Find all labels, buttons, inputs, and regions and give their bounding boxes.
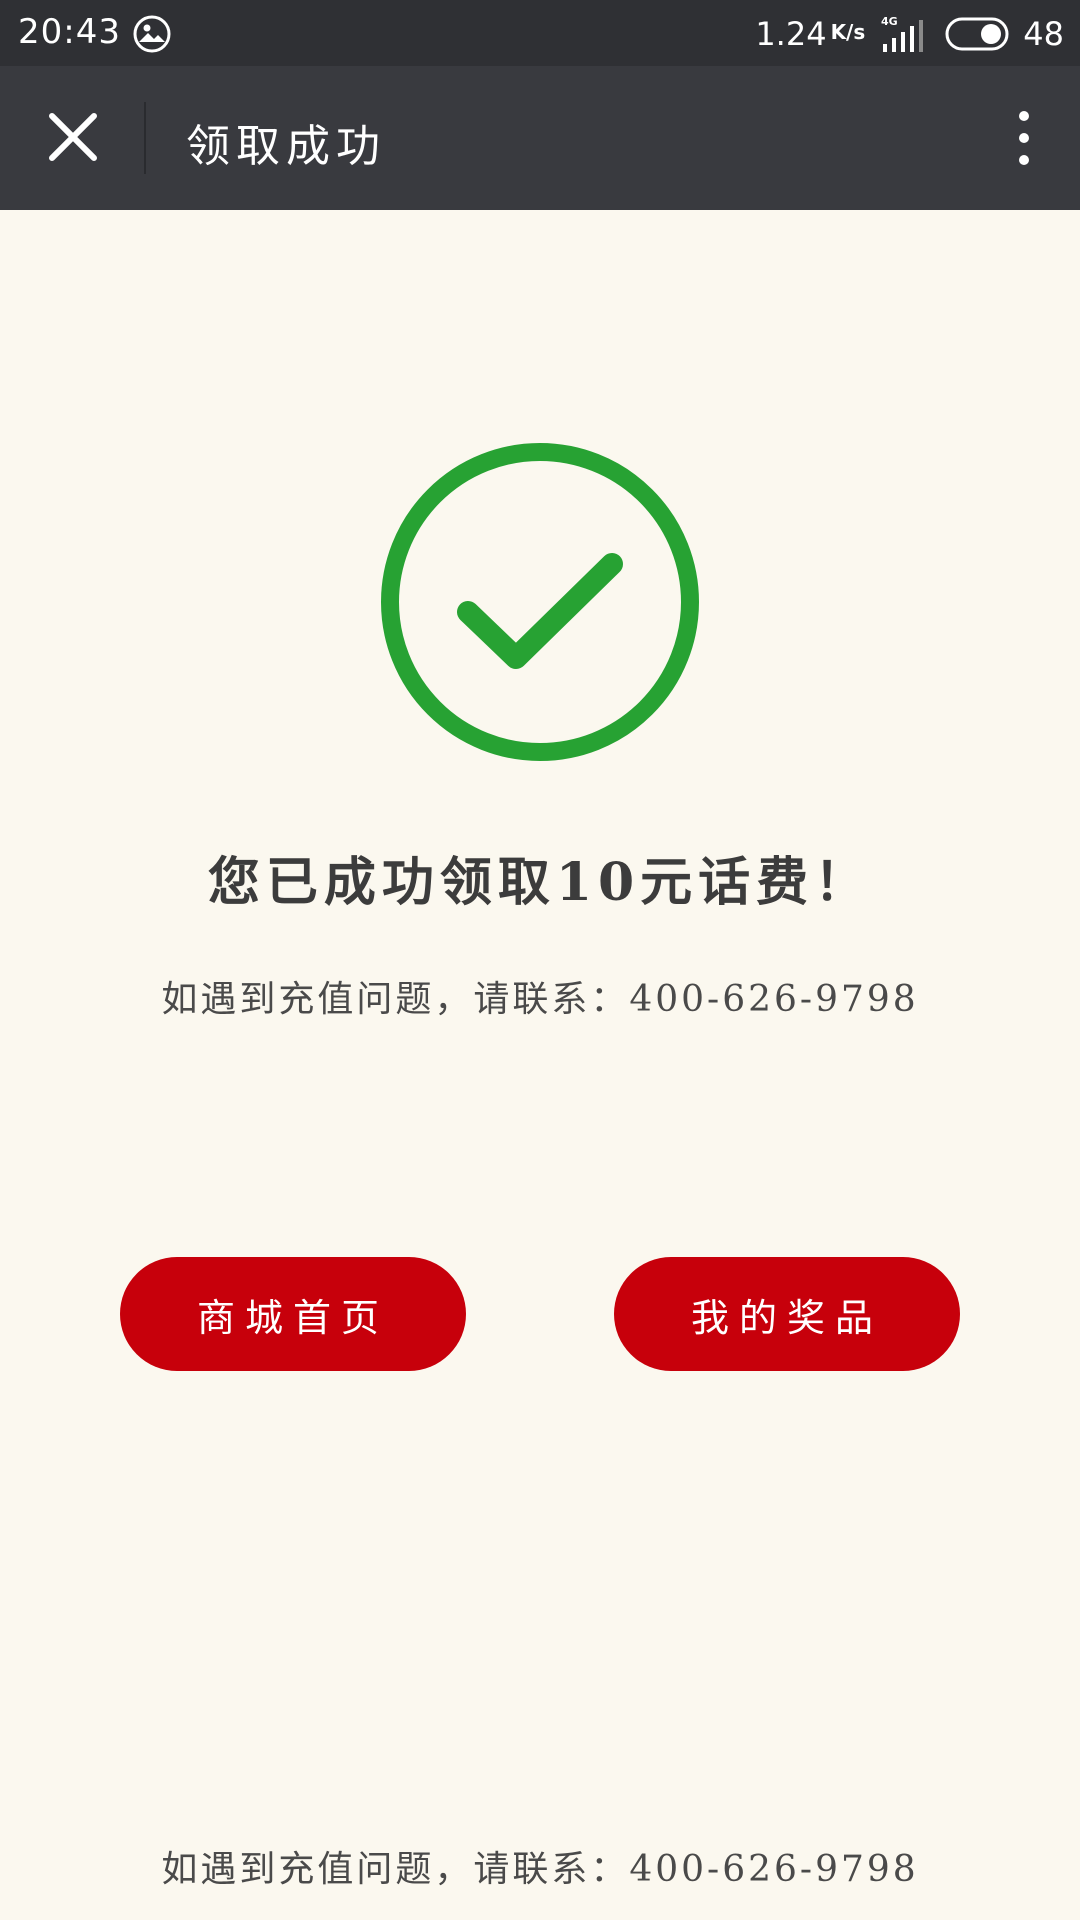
success-message: 您已成功领取10元话费！ bbox=[207, 852, 873, 913]
status-right: 1.24 K/s 4G 48 bbox=[755, 12, 1064, 56]
title-bar: 领取成功 bbox=[0, 66, 1080, 210]
success-check-icon bbox=[381, 443, 699, 761]
mall-home-button[interactable]: 商城首页 bbox=[120, 1257, 466, 1371]
more-icon[interactable] bbox=[1008, 106, 1040, 170]
my-prizes-button[interactable]: 我的奖品 bbox=[614, 1257, 960, 1371]
net-speed: 1.24 K/s bbox=[755, 15, 865, 53]
network-type: 4G bbox=[881, 15, 898, 28]
status-time: 20:43 bbox=[18, 12, 121, 52]
page-title: 领取成功 bbox=[186, 121, 386, 172]
photo-icon bbox=[133, 15, 171, 53]
contact-text: 如遇到充值问题，请联系：400-626-9798 bbox=[161, 979, 919, 1020]
title-divider bbox=[144, 102, 146, 174]
battery-level: 48 bbox=[1023, 15, 1064, 53]
toggle-icon bbox=[945, 17, 1009, 51]
signal-icon: 4G bbox=[881, 15, 924, 52]
mall-home-button-label: 商城首页 bbox=[196, 1295, 389, 1340]
my-prizes-button-label: 我的奖品 bbox=[690, 1295, 883, 1340]
net-speed-unit: K/s bbox=[830, 20, 866, 44]
content-area: 您已成功领取10元话费！ 如遇到充值问题，请联系：400-626-9798 商城… bbox=[0, 210, 1080, 1920]
status-bar: 20:43 1.24 K/s 4G 48 bbox=[0, 0, 1080, 66]
net-speed-value: 1.24 bbox=[755, 15, 827, 53]
footer-contact-text: 如遇到充值问题，请联系：400-626-9798 bbox=[161, 1849, 919, 1890]
close-icon[interactable] bbox=[46, 110, 100, 164]
